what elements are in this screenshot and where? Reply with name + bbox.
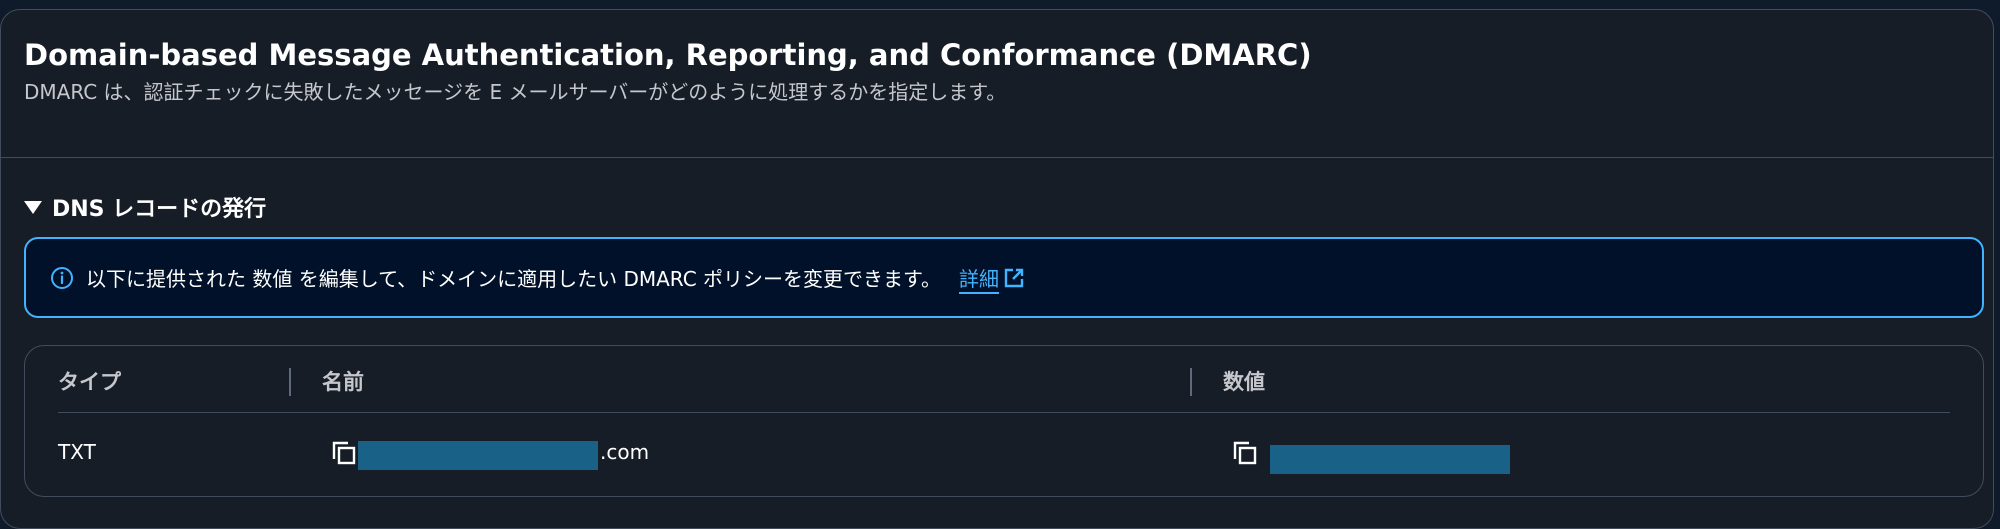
info-icon (51, 266, 73, 289)
page-title: Domain-based Message Authentication, Rep… (24, 38, 1312, 72)
dns-records-section-toggle[interactable]: DNS レコードの発行 (24, 191, 266, 223)
dns-records-table: タイプ 名前 数値 TXT .com (24, 345, 1984, 497)
redacted-value (1270, 445, 1510, 474)
copy-icon[interactable] (331, 440, 357, 466)
column-resizer[interactable] (1190, 368, 1192, 396)
column-header-name: 名前 (322, 370, 364, 394)
column-header-value: 数値 (1223, 370, 1265, 394)
learn-more-link[interactable]: 詳細 (959, 263, 999, 292)
external-link-icon[interactable] (1003, 267, 1025, 289)
alert-message: 以下に提供された 数値 を編集して、ドメインに適用したい DMARC ポリシーを… (86, 267, 942, 291)
record-type-cell: TXT (58, 440, 96, 464)
record-name-suffix: .com (600, 440, 650, 464)
info-alert: 以下に提供された 数値 を編集して、ドメインに適用したい DMARC ポリシーを… (24, 237, 1984, 318)
caret-down-icon (24, 200, 42, 214)
dmarc-header: Domain-based Message Authentication, Rep… (24, 34, 1312, 108)
column-resizer[interactable] (289, 368, 291, 396)
header-divider (1, 157, 1993, 158)
column-header-type: タイプ (58, 370, 121, 394)
dmarc-container: Domain-based Message Authentication, Rep… (0, 9, 1994, 529)
table-header-divider (58, 412, 1950, 413)
redacted-name (358, 441, 598, 470)
section-title: DNS レコードの発行 (52, 197, 267, 222)
page-description: DMARC は、認証チェックに失敗したメッセージを E メールサーバーがどのよう… (24, 80, 1007, 104)
copy-icon[interactable] (1232, 440, 1258, 466)
